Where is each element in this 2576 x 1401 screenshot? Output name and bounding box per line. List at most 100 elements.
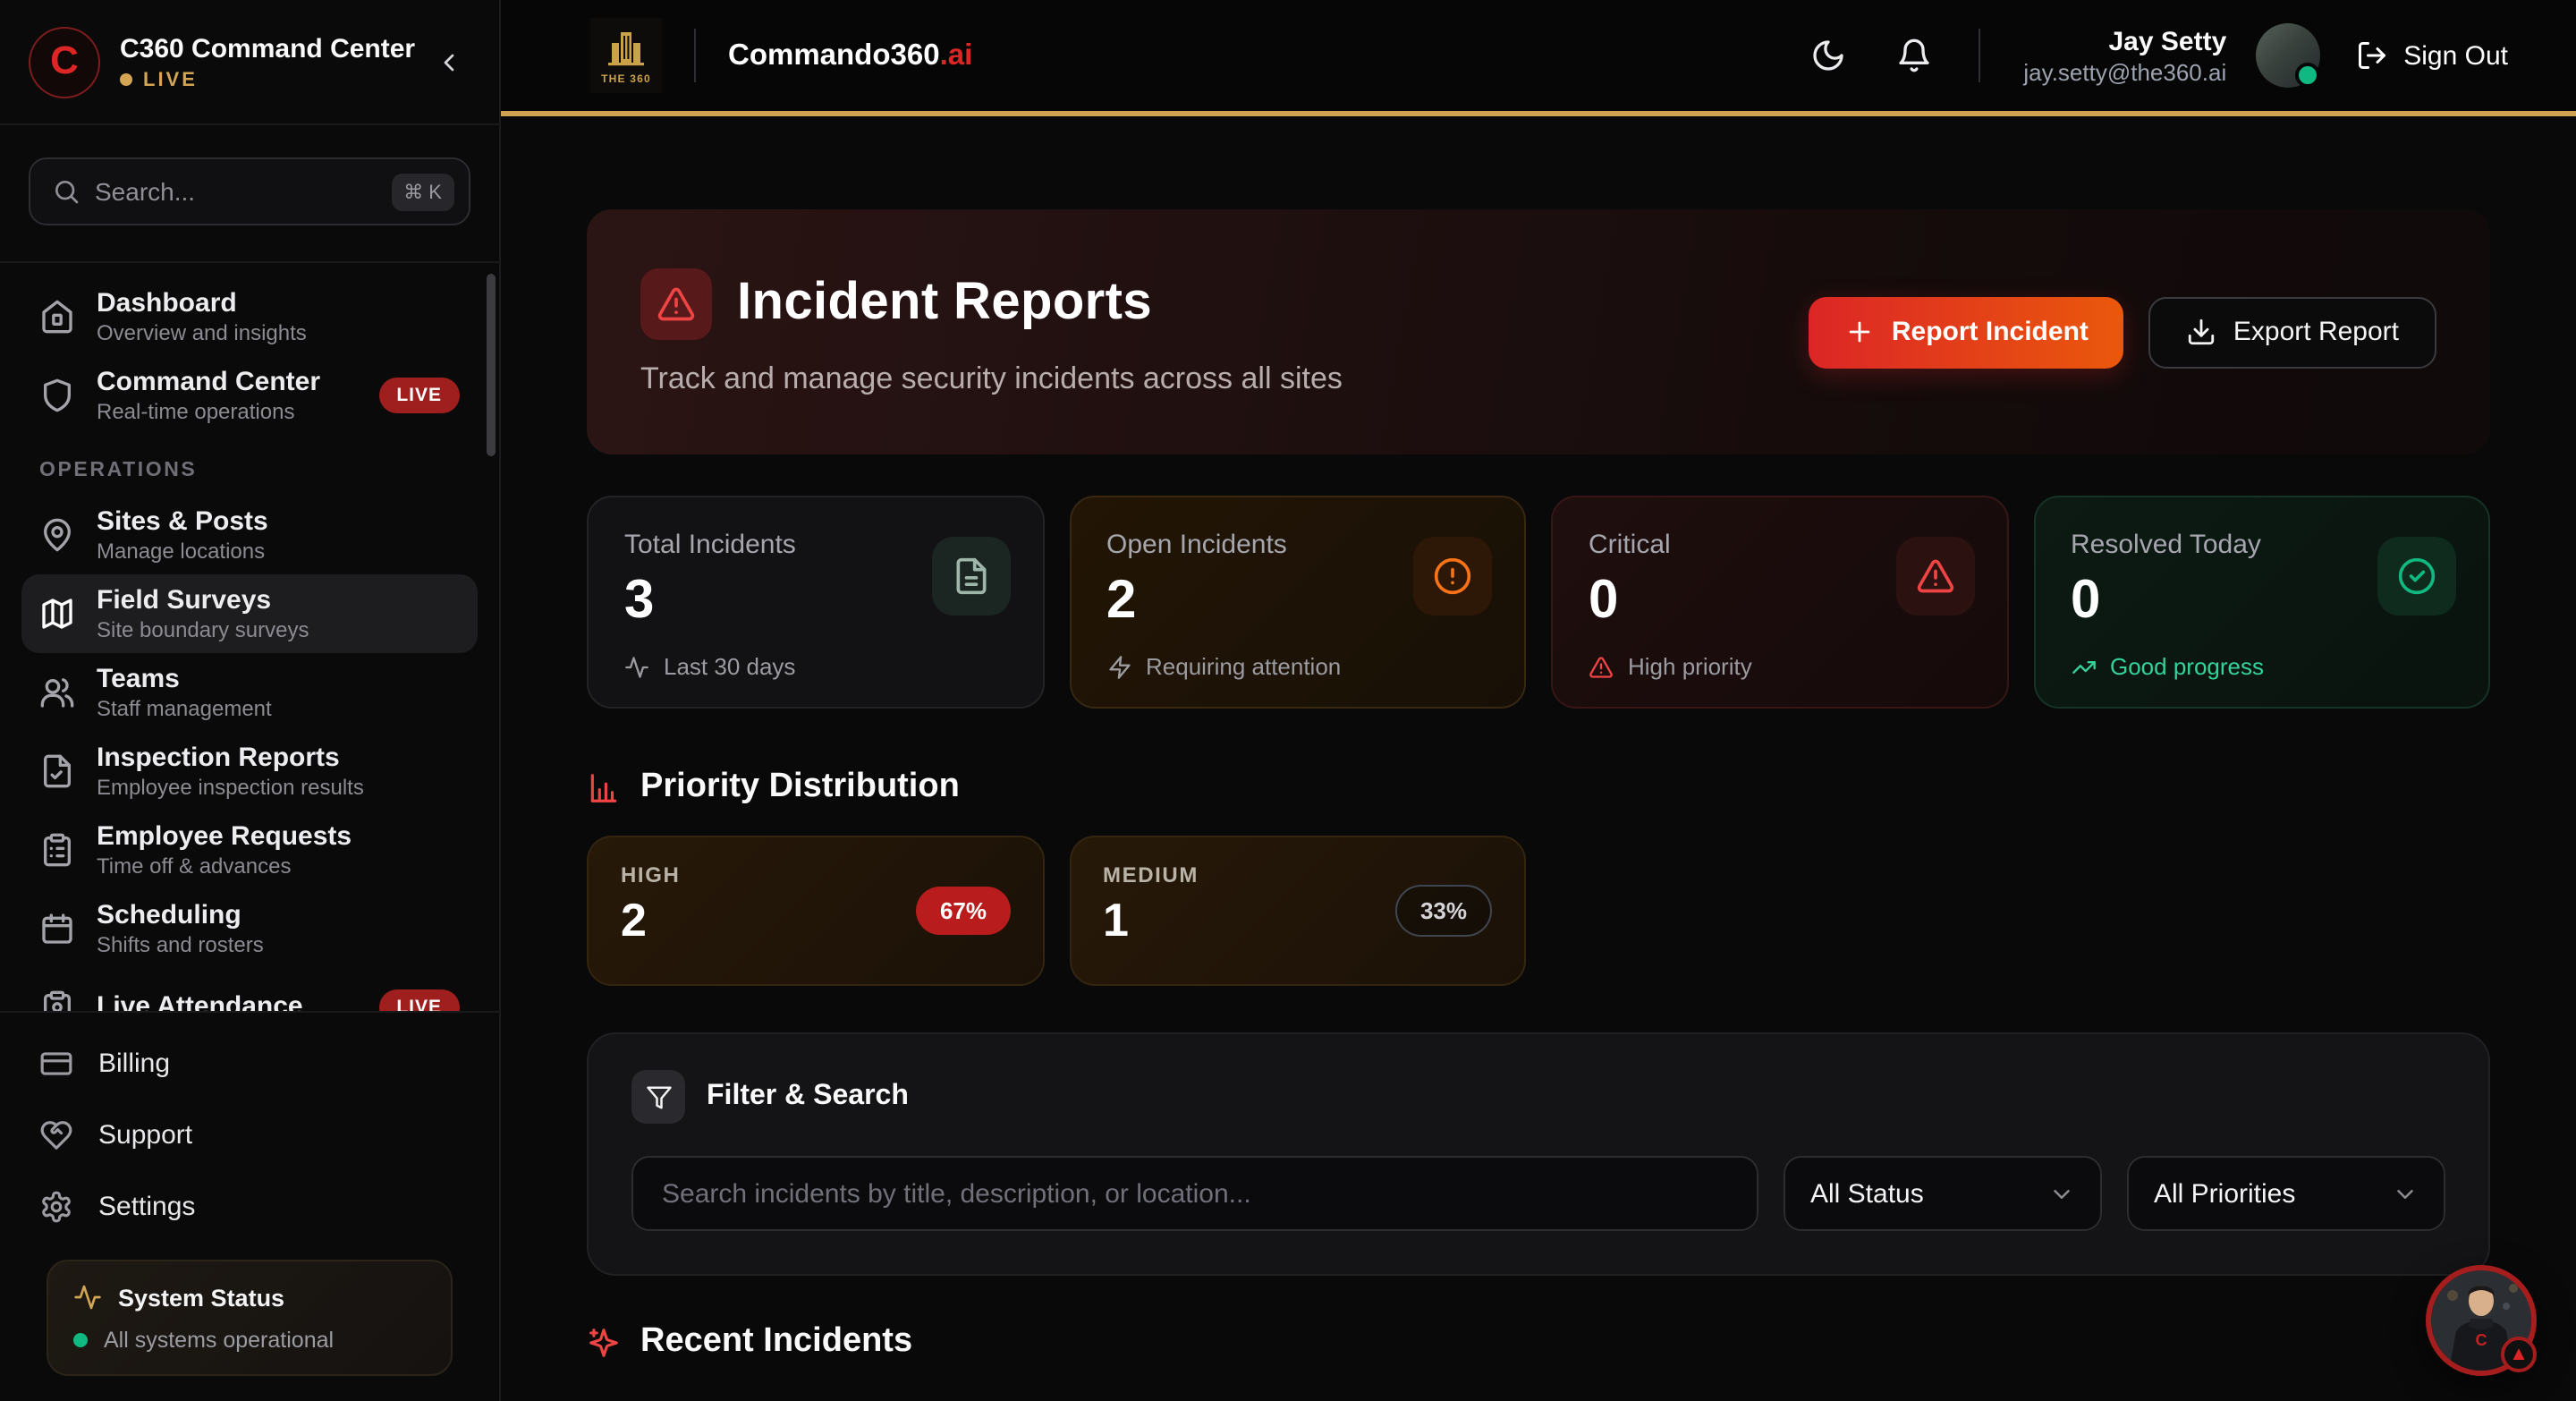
stats-row: Total Incidents 3 Last 30 days Open Inci… — [587, 496, 2490, 709]
nav-desc: Site boundary surveys — [97, 616, 460, 643]
user-info: Jay Setty jay.setty@the360.ai — [2023, 26, 2226, 85]
nav-label: Scheduling — [97, 899, 460, 931]
triangle-alert-icon — [1589, 654, 1614, 679]
priority-label: HIGH — [621, 862, 1010, 887]
nav-desc: Real-time operations — [97, 398, 357, 425]
sign-out-label: Sign Out — [2403, 40, 2508, 71]
nav-text: Inspection Reports Employee inspection r… — [97, 742, 460, 801]
nav-desc: Shifts and rosters — [97, 931, 460, 958]
filter-panel-header: Filter & Search — [631, 1070, 2445, 1124]
nav-section-operations: OPERATIONS — [39, 460, 460, 481]
page-content: Incident Reports Track and manage securi… — [501, 116, 2576, 1401]
nav-label: Sites & Posts — [97, 505, 460, 538]
activity-icon — [73, 1283, 102, 1312]
sidebar-item-inspection-reports[interactable]: Inspection Reports Employee inspection r… — [21, 732, 478, 811]
incident-header-card: Incident Reports Track and manage securi… — [587, 209, 2490, 454]
status-filter-select[interactable]: All Status — [1784, 1156, 2102, 1231]
topbar-divider — [1979, 29, 1980, 82]
nav-text: Live Attendance — [97, 991, 357, 1011]
users-icon — [39, 675, 75, 710]
assistant-chat-button[interactable]: C ▲ — [2426, 1265, 2537, 1376]
priority-card-high: HIGH 2 67% — [587, 836, 1044, 986]
notifications-button[interactable] — [1885, 27, 1943, 84]
sidebar-item-settings[interactable]: Settings — [21, 1170, 478, 1242]
nav-text: Dashboard Overview and insights — [97, 287, 460, 346]
system-status-text: All systems operational — [104, 1328, 334, 1353]
priority-title-label: Priority Distribution — [640, 768, 960, 807]
nav-desc: Time off & advances — [97, 853, 460, 879]
filter-search-panel: Filter & Search All Status All Prioritie… — [587, 1032, 2490, 1276]
live-badge: LIVE — [378, 378, 460, 413]
sidebar-item-sites-posts[interactable]: Sites & Posts Manage locations — [21, 496, 478, 574]
recent-incidents-label: Recent Incidents — [640, 1322, 912, 1362]
search-input[interactable] — [95, 177, 377, 206]
sign-out-button[interactable]: Sign Out — [2348, 29, 2515, 82]
clipboard-list-icon — [39, 832, 75, 868]
priority-distribution-section: Priority Distribution HIGH 2 67% MEDIUM … — [587, 768, 2490, 986]
app-logo: C — [29, 26, 100, 98]
topbar-divider — [694, 29, 696, 82]
credit-card-icon — [39, 1046, 73, 1080]
gear-icon — [39, 1189, 73, 1223]
nav-text: Field Surveys Site boundary surveys — [97, 584, 460, 643]
priority-filter-select[interactable]: All Priorities — [2127, 1156, 2445, 1231]
nav-text: Teams Staff management — [97, 663, 460, 722]
stat-footer-label: Good progress — [2110, 653, 2264, 680]
brand-live-status: LIVE — [120, 69, 408, 90]
user-avatar[interactable] — [2255, 23, 2319, 88]
stat-footer: Good progress — [2071, 653, 2453, 680]
page-title: Incident Reports — [737, 274, 1152, 333]
sidebar-item-live-attendance[interactable]: Live Attendance LIVE — [21, 968, 478, 1011]
assistant-badge-icon: ▲ — [2501, 1337, 2537, 1372]
user-name: Jay Setty — [2023, 26, 2226, 56]
chevron-left-icon — [435, 47, 463, 76]
trending-up-icon — [2071, 654, 2096, 679]
alert-circle-icon — [1413, 537, 1492, 616]
live-dot — [120, 73, 132, 86]
sidebar-item-employee-requests[interactable]: Employee Requests Time off & advances — [21, 811, 478, 889]
shield-icon — [39, 378, 75, 413]
nav-label: Live Attendance — [97, 991, 357, 1011]
brand-suffix: .ai — [940, 38, 973, 71]
system-status-title: System Status — [118, 1284, 284, 1311]
sidebar-item-support[interactable]: Support — [21, 1099, 478, 1170]
sparkles-icon — [587, 1325, 621, 1359]
stat-footer-label: Last 30 days — [664, 653, 795, 680]
app-root: C C360 Command Center LIVE ⌘ K — [0, 0, 2576, 1401]
main-area: THE 360 Commando360.ai Jay Setty jay.set… — [501, 0, 2576, 1401]
triangle-alert-icon — [657, 284, 696, 323]
log-out-icon — [2355, 39, 2387, 72]
status-ok-dot — [73, 1333, 88, 1347]
recent-incidents-title: Recent Incidents — [587, 1322, 2490, 1362]
sidebar-item-billing[interactable]: Billing — [21, 1027, 478, 1099]
plus-icon — [1845, 317, 1876, 347]
map-icon — [39, 596, 75, 632]
sidebar-header: C C360 Command Center LIVE — [0, 0, 499, 125]
moon-icon — [1810, 38, 1846, 73]
building-logo-icon — [603, 26, 649, 72]
report-incident-button[interactable]: Report Incident — [1809, 296, 2124, 368]
nav-label: Command Center — [97, 366, 357, 398]
sidebar-item-teams[interactable]: Teams Staff management — [21, 653, 478, 732]
stat-card-resolved-today: Resolved Today 0 Good progress — [2033, 496, 2490, 709]
stat-card-open-incidents: Open Incidents 2 Requiring attention — [1069, 496, 1526, 709]
sidebar-item-field-surveys[interactable]: Field Surveys Site boundary surveys — [21, 574, 478, 653]
nav-label: Support — [98, 1119, 192, 1150]
priority-percent-badge: 67% — [917, 887, 1010, 935]
sidebar-scrollbar[interactable] — [487, 274, 496, 456]
incident-search-input[interactable] — [631, 1156, 1758, 1231]
nav-desc: Staff management — [97, 695, 460, 722]
sidebar-item-command-center[interactable]: Command Center Real-time operations LIVE — [21, 356, 478, 435]
export-report-button[interactable]: Export Report — [2149, 296, 2436, 368]
sidebar-item-scheduling[interactable]: Scheduling Shifts and rosters — [21, 889, 478, 968]
nav-label: Billing — [98, 1048, 170, 1078]
app-title: C360 Command Center — [120, 33, 408, 64]
stat-footer: High priority — [1589, 653, 1970, 680]
zap-icon — [1106, 654, 1131, 679]
sidebar-item-dashboard[interactable]: Dashboard Overview and insights — [21, 277, 478, 356]
home-icon — [39, 299, 75, 335]
theme-toggle-button[interactable] — [1800, 27, 1857, 84]
bar-chart-icon — [587, 770, 621, 804]
sidebar-collapse-button[interactable] — [428, 40, 470, 83]
incident-icon-box — [640, 267, 712, 339]
